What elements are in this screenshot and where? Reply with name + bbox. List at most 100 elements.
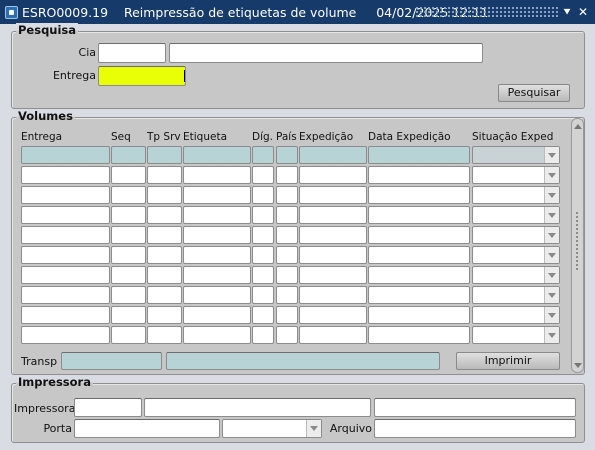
chevron-down-icon[interactable] [544,147,559,163]
cell-situacao-exped[interactable] [472,226,560,244]
cell-seq[interactable] [111,206,146,224]
cell-entrega[interactable] [21,206,110,224]
cell-seq[interactable] [111,266,146,284]
cell-tp-srv[interactable] [147,226,182,244]
cell-entrega[interactable] [21,186,110,204]
cell-tp-srv[interactable] [147,186,182,204]
cell-expedicao[interactable] [299,266,367,284]
impressora-code-field[interactable] [74,398,142,417]
arquivo-field[interactable] [374,419,576,438]
cell-etiqueta[interactable] [183,246,251,264]
cell-situacao-exped[interactable] [472,166,560,184]
chevron-down-icon[interactable] [544,227,559,243]
pesquisar-button[interactable]: Pesquisar [498,84,570,102]
chevron-down-icon[interactable] [544,307,559,323]
cell-seq[interactable] [111,286,146,304]
cell-pais[interactable] [276,266,298,284]
minimize-icon[interactable]: ⯆ [560,4,574,20]
cell-dig[interactable] [252,306,274,324]
cell-data-expedicao[interactable] [368,286,470,304]
cell-dig[interactable] [252,146,274,164]
cell-data-expedicao[interactable] [368,146,470,164]
cell-situacao-exped[interactable] [472,186,560,204]
cell-etiqueta[interactable] [183,226,251,244]
cell-dig[interactable] [252,166,274,184]
cell-dig[interactable] [252,206,274,224]
imprimir-button[interactable]: Imprimir [456,352,560,370]
cell-dig[interactable] [252,226,274,244]
cell-tp-srv[interactable] [147,166,182,184]
cell-seq[interactable] [111,306,146,324]
cell-entrega[interactable] [21,146,110,164]
cell-entrega[interactable] [21,286,110,304]
cell-seq[interactable] [111,166,146,184]
cell-pais[interactable] [276,206,298,224]
cell-expedicao[interactable] [299,166,367,184]
volumes-scrollbar[interactable] [571,118,584,373]
cell-data-expedicao[interactable] [368,226,470,244]
close-icon[interactable]: ✕ [576,4,590,20]
cell-entrega[interactable] [21,226,110,244]
cell-tp-srv[interactable] [147,146,182,164]
cell-etiqueta[interactable] [183,186,251,204]
cell-pais[interactable] [276,146,298,164]
cell-dig[interactable] [252,326,274,344]
cell-dig[interactable] [252,186,274,204]
cell-data-expedicao[interactable] [368,266,470,284]
cell-expedicao[interactable] [299,186,367,204]
cell-data-expedicao[interactable] [368,186,470,204]
scroll-up-icon[interactable] [573,121,582,131]
cell-tp-srv[interactable] [147,206,182,224]
cell-seq[interactable] [111,326,146,344]
cell-etiqueta[interactable] [183,286,251,304]
cell-expedicao[interactable] [299,286,367,304]
chevron-down-icon[interactable] [544,327,559,343]
cell-pais[interactable] [276,326,298,344]
cell-situacao-exped[interactable] [472,146,560,164]
scroll-down-icon[interactable] [573,360,582,370]
cell-seq[interactable] [111,146,146,164]
cell-pais[interactable] [276,306,298,324]
cell-dig[interactable] [252,246,274,264]
cell-tp-srv[interactable] [147,246,182,264]
cell-situacao-exped[interactable] [472,266,560,284]
cell-pais[interactable] [276,226,298,244]
cell-entrega[interactable] [21,246,110,264]
cell-etiqueta[interactable] [183,306,251,324]
cell-data-expedicao[interactable] [368,306,470,324]
cell-entrega[interactable] [21,266,110,284]
cell-pais[interactable] [276,186,298,204]
cell-expedicao[interactable] [299,326,367,344]
cell-situacao-exped[interactable] [472,286,560,304]
cell-expedicao[interactable] [299,206,367,224]
cia-code-field[interactable] [98,43,166,63]
cell-data-expedicao[interactable] [368,166,470,184]
chevron-down-icon[interactable] [544,207,559,223]
cell-entrega[interactable] [21,306,110,324]
cell-entrega[interactable] [21,166,110,184]
cell-situacao-exped[interactable] [472,206,560,224]
cell-etiqueta[interactable] [183,166,251,184]
chevron-down-icon[interactable] [544,187,559,203]
cell-situacao-exped[interactable] [472,306,560,324]
cell-dig[interactable] [252,266,274,284]
chevron-down-icon[interactable] [306,420,321,437]
chevron-down-icon[interactable] [544,267,559,283]
cell-seq[interactable] [111,186,146,204]
entrega-field[interactable] [98,66,186,86]
cell-tp-srv[interactable] [147,286,182,304]
cell-pais[interactable] [276,246,298,264]
cell-etiqueta[interactable] [183,206,251,224]
cell-seq[interactable] [111,226,146,244]
cell-entrega[interactable] [21,326,110,344]
cell-expedicao[interactable] [299,306,367,324]
cell-situacao-exped[interactable] [472,326,560,344]
cell-expedicao[interactable] [299,246,367,264]
cell-data-expedicao[interactable] [368,246,470,264]
cell-situacao-exped[interactable] [472,246,560,264]
cell-seq[interactable] [111,246,146,264]
cell-pais[interactable] [276,166,298,184]
chevron-down-icon[interactable] [544,287,559,303]
cell-pais[interactable] [276,286,298,304]
porta-dropdown[interactable] [222,419,322,438]
